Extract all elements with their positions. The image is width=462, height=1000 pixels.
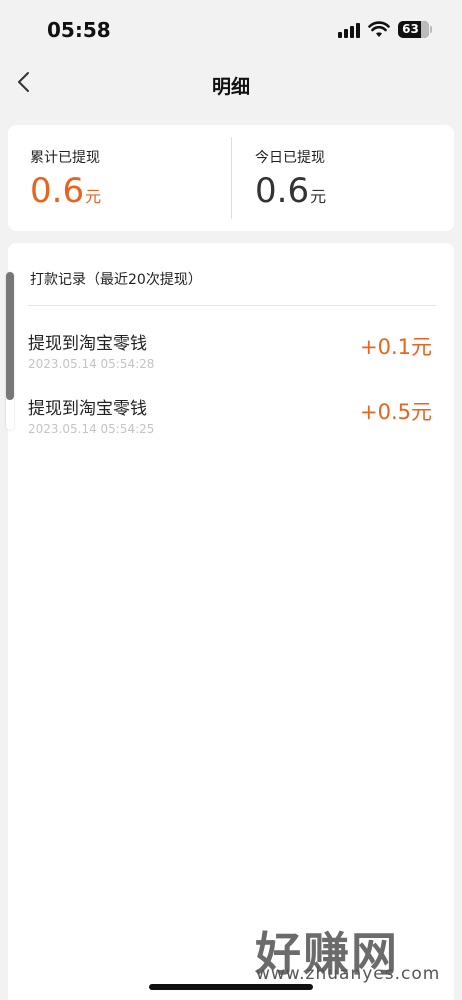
record-date: 2023.05.14 05:54:25 xyxy=(28,422,155,436)
list-item[interactable]: 提现到淘宝零钱 2023.05.14 05:54:25 +0.5元 xyxy=(28,394,432,454)
list-item[interactable]: 提现到淘宝零钱 2023.05.14 05:54:28 +0.1元 xyxy=(28,329,432,389)
status-bar: 05:58 63 xyxy=(0,0,462,60)
screen: 05:58 63 明细 累计已提现 0.6元 今日已提现 0.6元 打款记录（最… xyxy=(0,0,462,1000)
records-card: 打款记录（最近20次提现） 提现到淘宝零钱 2023.05.14 05:54:2… xyxy=(8,243,454,1000)
record-amount: +0.1元 xyxy=(360,335,432,359)
record-amount: +0.5元 xyxy=(360,400,432,424)
summary-card: 累计已提现 0.6元 今日已提现 0.6元 xyxy=(8,125,454,231)
record-title: 提现到淘宝零钱 xyxy=(28,334,147,354)
nav-bar: 明细 xyxy=(0,60,462,110)
total-withdrawn-unit: 元 xyxy=(85,187,102,206)
today-withdrawn-label: 今日已提现 xyxy=(255,150,325,166)
today-withdrawn-value: 0.6元 xyxy=(255,171,326,211)
watermark-url: www.zhuanyes.com xyxy=(256,964,441,984)
summary-divider xyxy=(231,137,232,219)
total-withdrawn: 累计已提现 0.6元 xyxy=(30,147,101,211)
record-date: 2023.05.14 05:54:28 xyxy=(28,357,155,371)
total-withdrawn-amount: 0.6 xyxy=(30,171,85,211)
records-header: 打款记录（最近20次提现） xyxy=(30,272,202,288)
wifi-icon xyxy=(368,21,390,37)
home-indicator[interactable] xyxy=(149,984,313,990)
today-withdrawn-unit: 元 xyxy=(310,187,327,206)
record-title: 提现到淘宝零钱 xyxy=(28,399,147,419)
today-withdrawn: 今日已提现 0.6元 xyxy=(255,147,326,211)
battery-icon: 63 xyxy=(398,21,432,38)
status-time: 05:58 xyxy=(47,18,111,42)
scrollbar[interactable] xyxy=(6,272,14,430)
total-withdrawn-value: 0.6元 xyxy=(30,171,101,211)
scrollbar-thumb[interactable] xyxy=(6,272,14,400)
records-divider xyxy=(28,305,436,306)
page-title: 明细 xyxy=(211,76,250,98)
battery-level: 63 xyxy=(402,22,419,36)
total-withdrawn-label: 累计已提现 xyxy=(30,150,100,166)
signal-icon xyxy=(338,22,360,38)
today-withdrawn-amount: 0.6 xyxy=(255,171,310,211)
